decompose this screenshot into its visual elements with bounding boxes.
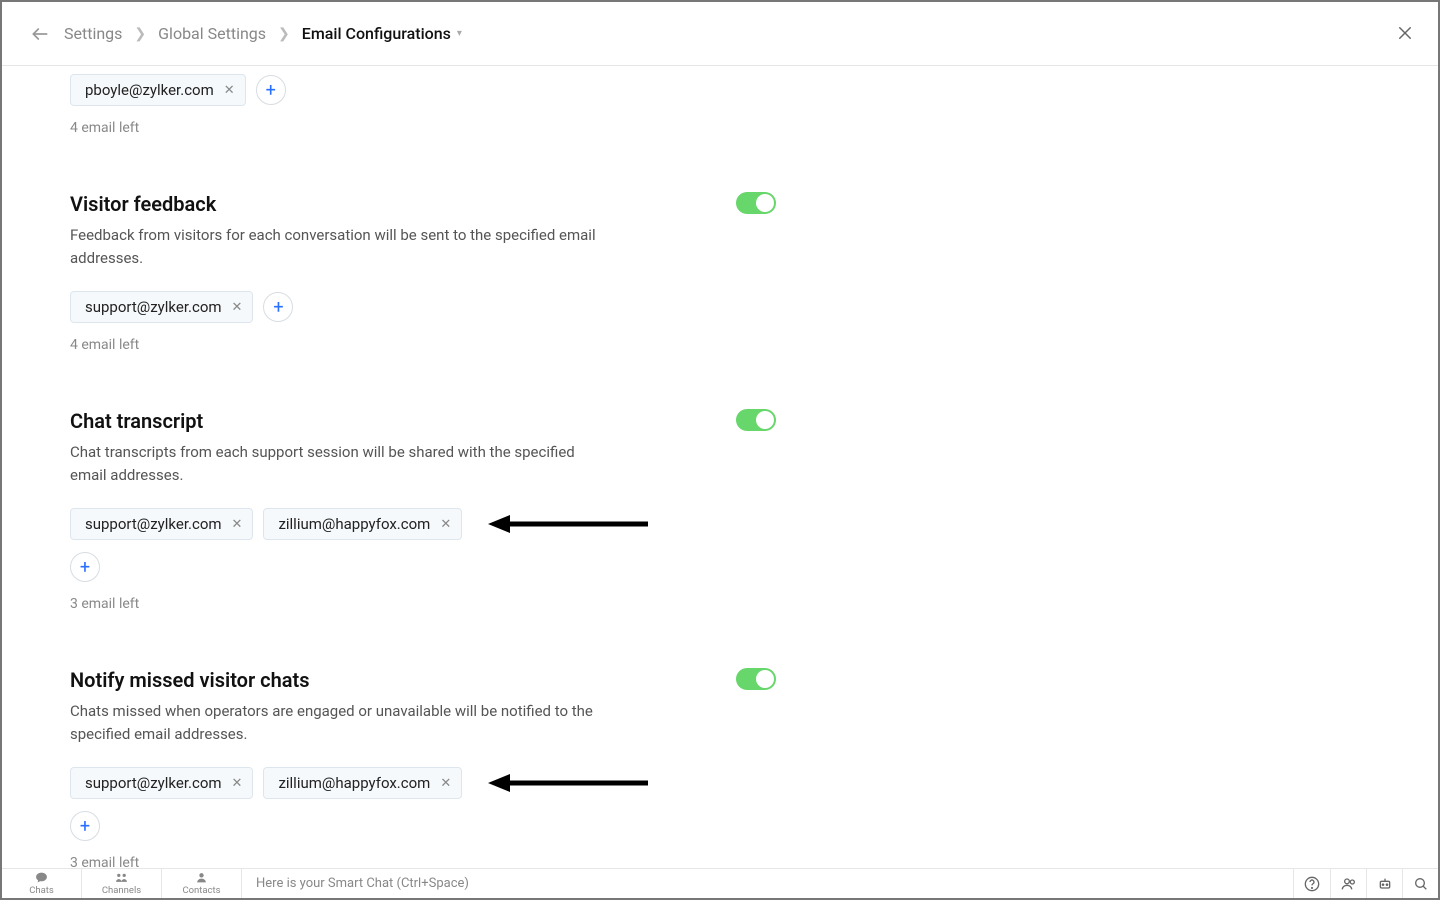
remove-chip-icon[interactable]: ✕ — [440, 777, 451, 790]
arrow-annotation-icon — [488, 773, 648, 793]
people-icon[interactable] — [1330, 869, 1366, 898]
chevron-right-icon: ❯ — [278, 26, 290, 42]
chevron-right-icon: ❯ — [134, 26, 146, 42]
email-chip-label: zillium@happyfox.com — [278, 774, 430, 792]
email-chip: support@zylker.com ✕ — [70, 508, 253, 540]
add-email-button[interactable]: + — [256, 75, 286, 105]
breadcrumb-root[interactable]: Settings — [64, 24, 122, 43]
add-email-button[interactable]: + — [70, 552, 100, 582]
caret-down-icon: ▾ — [457, 28, 462, 39]
section-desc: Chats missed when operators are engaged … — [70, 700, 610, 745]
email-chip-label: support@zylker.com — [85, 774, 222, 792]
nav-channels-label: Channels — [102, 885, 141, 896]
add-email-button[interactable]: + — [70, 811, 100, 841]
smart-chat-input[interactable]: Here is your Smart Chat (Ctrl+Space) — [242, 869, 1294, 898]
section-desc: Feedback from visitors for each conversa… — [70, 224, 610, 269]
nav-chats[interactable]: Chats — [2, 869, 82, 898]
breadcrumb-mid[interactable]: Global Settings — [158, 24, 266, 43]
toggle-visitor-feedback[interactable] — [736, 192, 776, 214]
content-area: pboyle@zylker.com ✕ + 4 email left Visit… — [2, 66, 1438, 868]
breadcrumb-current[interactable]: Email Configurations ▾ — [302, 24, 462, 43]
remove-chip-icon[interactable]: ✕ — [440, 518, 451, 531]
section-missed-chats: Notify missed visitor chats Chats missed… — [70, 668, 772, 868]
remove-chip-icon[interactable]: ✕ — [224, 84, 235, 97]
section-desc: Chat transcripts from each support sessi… — [70, 441, 610, 486]
breadcrumb: Settings ❯ Global Settings ❯ Email Confi… — [64, 24, 462, 43]
help-icon[interactable] — [1294, 869, 1330, 898]
email-chip-label: support@zylker.com — [85, 515, 222, 533]
smart-chat-placeholder: Here is your Smart Chat (Ctrl+Space) — [256, 876, 469, 891]
email-chip: support@zylker.com ✕ — [70, 767, 253, 799]
nav-channels[interactable]: Channels — [82, 869, 162, 898]
email-remaining-label: 3 email left — [70, 596, 772, 612]
arrow-annotation-icon — [488, 514, 648, 534]
nav-chats-label: Chats — [29, 885, 54, 896]
email-chip-label: zillium@happyfox.com — [278, 515, 430, 533]
email-chip: pboyle@zylker.com ✕ — [70, 74, 246, 106]
remove-chip-icon[interactable]: ✕ — [232, 777, 243, 790]
email-chip-label: support@zylker.com — [85, 298, 222, 316]
section-title: Chat transcript — [70, 409, 772, 433]
email-chip-label: pboyle@zylker.com — [85, 81, 214, 99]
nav-contacts-label: Contacts — [182, 885, 220, 896]
bottom-bar: Chats Channels Contacts Here is your Sma… — [2, 868, 1438, 898]
back-arrow-icon[interactable] — [30, 24, 50, 44]
nav-contacts[interactable]: Contacts — [162, 869, 242, 898]
add-email-button[interactable]: + — [263, 292, 293, 322]
section-title: Notify missed visitor chats — [70, 668, 772, 692]
email-chip: zillium@happyfox.com ✕ — [263, 508, 462, 540]
section-visitor-feedback: Visitor feedback Feedback from visitors … — [70, 192, 772, 353]
section-title: Visitor feedback — [70, 192, 772, 216]
remove-chip-icon[interactable]: ✕ — [232, 518, 243, 531]
toggle-missed-chats[interactable] — [736, 668, 776, 690]
section-chat-transcript: Chat transcript Chat transcripts from ea… — [70, 409, 772, 612]
email-remaining-label: 4 email left — [70, 337, 772, 353]
remove-chip-icon[interactable]: ✕ — [232, 301, 243, 314]
toggle-chat-transcript[interactable] — [736, 409, 776, 431]
bot-icon[interactable] — [1366, 869, 1402, 898]
header-bar: Settings ❯ Global Settings ❯ Email Confi… — [2, 2, 1438, 66]
email-remaining-label: 3 email left — [70, 855, 772, 868]
close-icon[interactable] — [1396, 24, 1414, 46]
email-chip: support@zylker.com ✕ — [70, 291, 253, 323]
email-remaining-label: 4 email left — [70, 120, 772, 136]
section-top-partial: pboyle@zylker.com ✕ + 4 email left — [70, 74, 772, 136]
search-icon[interactable] — [1402, 869, 1438, 898]
email-chip: zillium@happyfox.com ✕ — [263, 767, 462, 799]
breadcrumb-current-label: Email Configurations — [302, 24, 451, 43]
